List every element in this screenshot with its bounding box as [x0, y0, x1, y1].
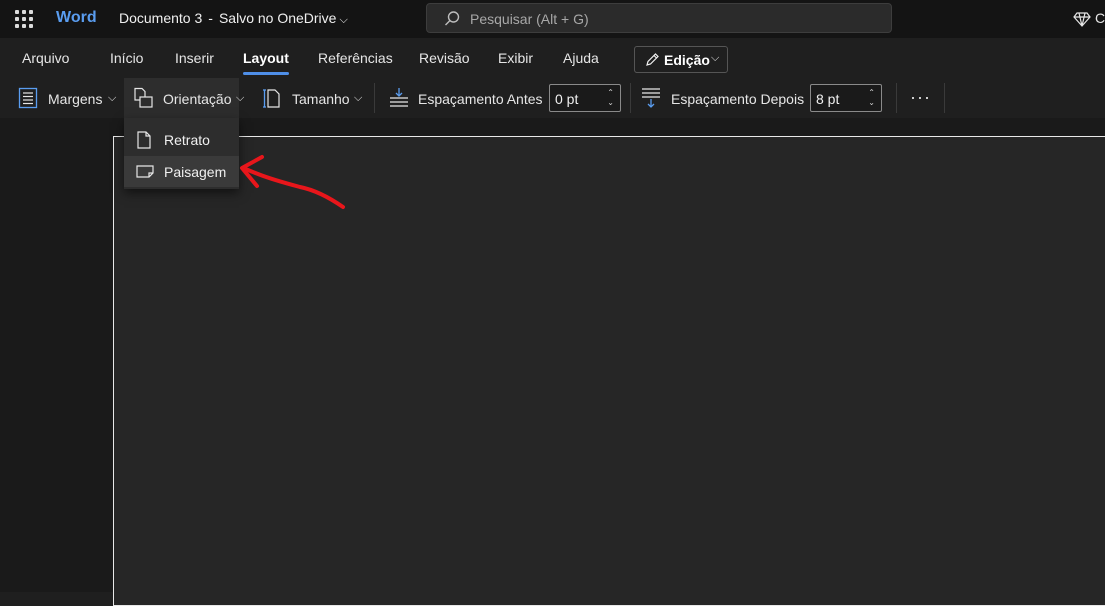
search-box[interactable]: Pesquisar (Alt + G): [426, 3, 892, 33]
spacing-after-label: Espaçamento Depois: [671, 91, 805, 107]
chevron-down-icon: ⌵: [354, 92, 363, 104]
chevron-down-icon: ⌵: [108, 92, 117, 104]
search-icon: [445, 11, 460, 26]
size-label: Tamanho: [292, 91, 350, 107]
app-name[interactable]: Word: [56, 9, 97, 27]
ribbon-divider: [896, 83, 897, 113]
tab-exibir[interactable]: Exibir: [498, 50, 533, 66]
tab-arquivo[interactable]: Arquivo: [22, 50, 69, 66]
chevron-down-icon: ⌵: [236, 92, 245, 104]
spacing-before-value: 0 pt: [555, 91, 579, 107]
portrait-page-icon: [137, 131, 151, 149]
chevron-down-icon: ⌵: [711, 52, 720, 64]
orientation-button[interactable]: Orientação ⌵: [130, 87, 248, 111]
ribbon-divider: [630, 83, 631, 113]
document-page[interactable]: [113, 136, 1105, 606]
premium-diamond-icon[interactable]: [1073, 10, 1091, 28]
spacing-before-input[interactable]: 0 pt ⌃ ⌄: [549, 84, 621, 112]
spin-down-icon[interactable]: ⌄: [607, 98, 614, 107]
orientation-icon: [134, 87, 153, 108]
search-placeholder: Pesquisar (Alt + G): [470, 11, 589, 27]
margins-label: Margens: [48, 91, 103, 107]
pencil-icon: [646, 53, 659, 66]
spacing-after-input[interactable]: 8 pt ⌃ ⌄: [810, 84, 882, 112]
chevron-down-icon: ⌵: [339, 14, 348, 26]
spacing-before-icon: [390, 88, 408, 107]
page-size-icon: [263, 89, 280, 108]
tab-inicio[interactable]: Início: [110, 50, 143, 66]
title-separator: -: [208, 10, 213, 26]
truncated-label: C: [1095, 10, 1105, 26]
more-options-button[interactable]: ···: [910, 87, 931, 108]
spacing-after-control: Espaçamento Depois: [640, 87, 810, 111]
menu-item-retrato[interactable]: Retrato: [124, 124, 239, 155]
spacing-before-control: Espaçamento Antes: [386, 87, 546, 111]
spacing-after-icon: [642, 88, 660, 108]
orientation-menu: Retrato Paisagem: [124, 118, 239, 189]
landscape-page-icon: [136, 165, 154, 178]
spin-up-icon[interactable]: ⌃: [607, 88, 614, 97]
margins-icon: [18, 87, 38, 109]
editing-mode-button[interactable]: Edição ⌵: [634, 46, 728, 73]
tab-ajuda[interactable]: Ajuda: [563, 50, 599, 66]
tab-revisao[interactable]: Revisão: [419, 50, 470, 66]
spacing-after-value: 8 pt: [816, 91, 840, 107]
orientation-label: Orientação: [163, 91, 232, 107]
menu-item-paisagem[interactable]: Paisagem: [124, 156, 239, 187]
ribbon-tabs: Arquivo Início Inserir Layout Referência…: [0, 38, 1105, 111]
editing-mode-label: Edição: [664, 52, 710, 68]
menu-item-label: Retrato: [164, 132, 210, 148]
margins-button[interactable]: Margens ⌵: [16, 87, 121, 111]
spacing-before-label: Espaçamento Antes: [418, 91, 543, 107]
menu-item-label: Paisagem: [164, 164, 227, 180]
tab-referencias[interactable]: Referências: [318, 50, 393, 66]
ribbon-divider: [944, 83, 945, 113]
ribbon-divider: [374, 83, 375, 113]
tab-inserir[interactable]: Inserir: [175, 50, 214, 66]
title-bar: Word Documento 3- Salvo no OneDrive ⌵ Pesq…: [0, 0, 1105, 38]
layout-ribbon: Margens ⌵ Orientação ⌵ Tamanho ⌵ Espaçam…: [0, 78, 1105, 118]
document-title: Documento 3: [119, 10, 203, 26]
spin-down-icon[interactable]: ⌄: [868, 98, 875, 107]
save-status: Salvo no OneDrive: [218, 10, 337, 26]
tab-layout[interactable]: Layout: [243, 50, 289, 75]
spin-up-icon[interactable]: ⌃: [868, 88, 875, 97]
size-button[interactable]: Tamanho ⌵: [262, 87, 367, 111]
document-title-button[interactable]: Documento 3- Salvo no OneDrive ⌵: [119, 10, 348, 27]
app-launcher-icon[interactable]: [15, 10, 33, 28]
